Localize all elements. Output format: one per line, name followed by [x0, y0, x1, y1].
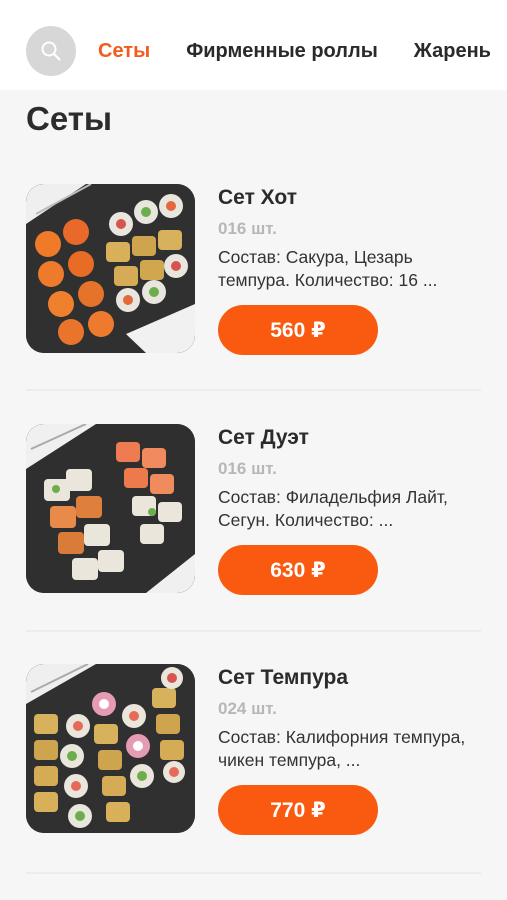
product-card[interactable]: Сет Дуэт 016 шт. Состав: Филадельфия Лай…: [26, 424, 486, 596]
product-quantity: 016 шт.: [218, 459, 277, 478]
product-quantity: 016 шт.: [218, 219, 277, 238]
tab-sets[interactable]: Сеты: [98, 40, 150, 63]
product-name: Сет Дуэт: [218, 426, 309, 449]
add-to-cart-button[interactable]: 630 ₽: [218, 545, 378, 595]
divider: [26, 389, 481, 391]
product-quantity: 024 шт.: [218, 699, 277, 718]
add-to-cart-button[interactable]: 560 ₽: [218, 305, 378, 355]
tab-fried[interactable]: Жарень: [414, 40, 491, 63]
top-navigation: Сеты Фирменные роллы Жарень: [0, 0, 507, 90]
product-description: Состав: Сакура, Цезарь темпура. Количест…: [218, 247, 438, 290]
product-image[interactable]: [26, 664, 195, 833]
search-icon: [41, 41, 61, 61]
add-to-cart-button[interactable]: 770 ₽: [218, 785, 378, 835]
page-title: Сеты: [26, 100, 113, 137]
product-image[interactable]: [26, 424, 195, 593]
tab-signature-rolls[interactable]: Фирменные роллы: [186, 40, 378, 63]
product-description: Состав: Калифорния темпура, чикен темпур…: [218, 727, 466, 770]
divider: [26, 630, 481, 632]
product-description: Состав: Филадельфия Лайт, Сегун. Количес…: [218, 487, 448, 530]
product-name: Сет Темпура: [218, 666, 348, 689]
divider: [26, 872, 481, 874]
product-name: Сет Хот: [218, 186, 298, 209]
product-image[interactable]: [26, 184, 195, 353]
product-card[interactable]: Сет Темпура 024 шт. Состав: Калифорния т…: [26, 664, 486, 836]
category-tabs: Сеты Фирменные роллы Жарень: [98, 40, 491, 63]
product-card[interactable]: Сет Хот 016 шт. Состав: Сакура, Цезарь т…: [26, 184, 486, 356]
search-button[interactable]: [26, 26, 76, 76]
